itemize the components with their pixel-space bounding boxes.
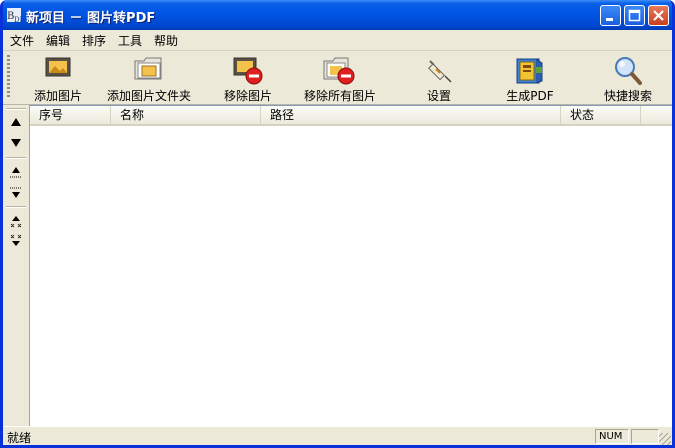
menu-tools[interactable]: 工具 (118, 32, 142, 49)
generate-pdf-label: 生成PDF (506, 89, 554, 103)
quick-search-label: 快捷搜索 (603, 89, 652, 103)
column-name[interactable]: 名称 (111, 106, 261, 124)
syringe-settings-icon (428, 60, 452, 83)
sidebar-divider (6, 108, 26, 110)
pdf-archive-icon (516, 58, 543, 84)
sidebar-divider (6, 206, 26, 208)
close-icon (653, 10, 664, 21)
sort-descending-icon (10, 234, 22, 246)
remove-all-label: 移除所有图片 (303, 89, 376, 103)
status-panel-empty (631, 429, 659, 444)
magnifier-search-icon (615, 57, 642, 85)
list-header: 序号 名称 路径 状态 (30, 106, 672, 126)
sort-ascending-button[interactable] (5, 211, 27, 231)
minimize-icon (606, 18, 613, 21)
image-list[interactable]: 序号 名称 路径 状态 (30, 105, 672, 427)
arrow-to-bottom-icon (10, 187, 22, 198)
menu-sort[interactable]: 排序 (82, 32, 106, 49)
window-title: 新项目 － 图片转PDF (26, 11, 156, 26)
column-status[interactable]: 状态 (561, 106, 641, 124)
sort-ascending-icon (10, 216, 22, 228)
add-folder-label: 添加图片文件夹 (106, 89, 191, 103)
menu-bar: 文件 编辑 排序 工具 帮助 (3, 30, 672, 51)
maximize-button[interactable] (624, 5, 645, 26)
quick-search-button[interactable]: 快捷搜索 (593, 51, 663, 104)
minimize-button[interactable] (600, 5, 621, 26)
column-index[interactable]: 序号 (30, 106, 111, 124)
add-image-icon (45, 57, 71, 77)
order-sidebar (3, 105, 30, 426)
toolbar: 添加图片 添加图片文件夹 移除图片 移除所有图片 设置 生成PDF 快捷搜索 (3, 51, 672, 105)
menu-help[interactable]: 帮助 (154, 32, 178, 49)
remove-all-button[interactable]: 移除所有图片 (298, 51, 382, 104)
settings-button[interactable]: 设置 (410, 51, 468, 104)
add-image-button[interactable]: 添加图片 (25, 51, 91, 104)
status-text: 就绪 (7, 431, 32, 445)
arrow-down-icon (11, 139, 21, 147)
resize-grip[interactable] (659, 433, 671, 445)
app-window: B DF 新项目 － 图片转PDF 文件 编辑 排序 工具 帮助 添加图片 (0, 0, 675, 448)
app-pdf-icon: B DF (7, 8, 22, 23)
remove-image-icon (233, 57, 263, 85)
num-lock-indicator: NUM (595, 429, 629, 444)
status-bar: 就绪 NUM (3, 426, 672, 445)
settings-label: 设置 (426, 89, 451, 103)
title-bar[interactable]: B DF 新项目 － 图片转PDF (3, 0, 672, 30)
menu-file[interactable]: 文件 (10, 32, 34, 49)
arrow-up-icon (11, 118, 21, 126)
move-bottom-button[interactable] (5, 183, 27, 203)
generate-pdf-button[interactable]: 生成PDF (500, 51, 560, 104)
close-button[interactable] (648, 5, 669, 26)
sidebar-divider (6, 157, 26, 159)
move-up-button[interactable] (5, 112, 27, 132)
arrow-to-top-icon (10, 167, 22, 178)
image-folder-icon (134, 57, 162, 80)
menu-edit[interactable]: 编辑 (46, 32, 70, 49)
remove-folder-icon (323, 57, 355, 85)
move-top-button[interactable] (5, 162, 27, 182)
toolbar-grip[interactable] (7, 55, 10, 99)
remove-image-button[interactable]: 移除图片 (216, 51, 280, 104)
remove-image-label: 移除图片 (223, 89, 272, 103)
add-folder-button[interactable]: 添加图片文件夹 (103, 51, 195, 104)
add-image-label: 添加图片 (33, 89, 82, 103)
column-path[interactable]: 路径 (261, 106, 561, 124)
maximize-icon (628, 9, 641, 22)
svg-text:DF: DF (14, 16, 22, 23)
move-down-button[interactable] (5, 133, 27, 153)
sort-descending-button[interactable] (5, 231, 27, 251)
